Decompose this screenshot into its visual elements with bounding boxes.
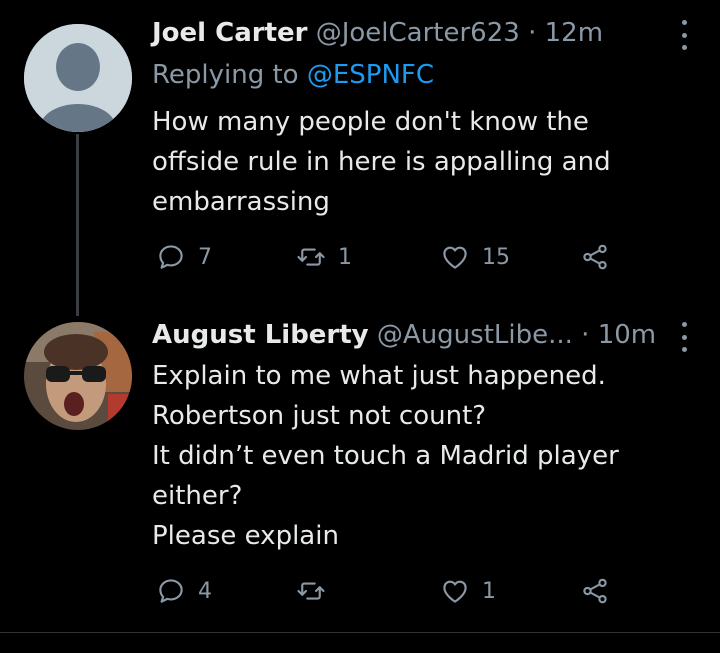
like-icon bbox=[443, 580, 467, 603]
reply-button[interactable]: 4 bbox=[156, 576, 212, 606]
tweet-header: August Liberty @AugustLibe... · 10m bbox=[152, 318, 684, 352]
like-icon bbox=[443, 246, 467, 269]
tweet-text-line: Explain to me what just happened. bbox=[152, 361, 606, 391]
like-button[interactable]: 15 bbox=[440, 242, 510, 272]
reply-icon bbox=[159, 245, 183, 269]
retweet-icon bbox=[297, 248, 325, 266]
author-handle[interactable]: @JoelCarter623 bbox=[316, 18, 520, 48]
replying-to-link[interactable]: @ESPNFC bbox=[307, 60, 434, 90]
like-button[interactable]: 1 bbox=[440, 576, 496, 606]
retweet-button[interactable] bbox=[296, 576, 338, 606]
share-button[interactable] bbox=[580, 576, 610, 606]
author-handle[interactable]: @AugustLibe... bbox=[377, 320, 573, 350]
like-count: 15 bbox=[482, 244, 510, 270]
tweet-text: How many people don't know the offside r… bbox=[152, 102, 680, 222]
author-name[interactable]: August Liberty bbox=[152, 320, 369, 350]
retweet-button[interactable]: 1 bbox=[296, 242, 352, 272]
retweet-icon bbox=[297, 582, 325, 600]
more-icon[interactable] bbox=[676, 322, 692, 352]
tweet-header: Joel Carter @JoelCarter623 · 12m bbox=[152, 16, 684, 50]
separator-dot: · bbox=[581, 320, 598, 350]
default-avatar[interactable] bbox=[24, 24, 132, 132]
reply-count: 7 bbox=[198, 244, 212, 270]
replying-prefix: Replying to bbox=[152, 60, 299, 90]
tweet-text-line: Robertson just not count? bbox=[152, 401, 487, 431]
tweet-divider bbox=[0, 632, 720, 633]
tweet-text-line: How many people don't know the bbox=[152, 107, 589, 137]
like-count: 1 bbox=[482, 578, 496, 604]
reply-icon bbox=[159, 579, 183, 603]
thread-line bbox=[76, 134, 79, 316]
share-icon bbox=[583, 578, 607, 604]
default-avatar-icon bbox=[24, 24, 132, 132]
tweet-time[interactable]: 12m bbox=[545, 18, 603, 48]
tweet-text-line: Please explain bbox=[152, 521, 339, 551]
tweet-text-line: embarrassing bbox=[152, 187, 330, 217]
tweet-text-line: offside rule in here is appalling and bbox=[152, 147, 611, 177]
reply-count: 4 bbox=[198, 578, 212, 604]
user-avatar[interactable] bbox=[24, 322, 132, 430]
share-button[interactable] bbox=[580, 242, 610, 272]
share-icon bbox=[583, 244, 607, 270]
retweet-count: 1 bbox=[338, 244, 352, 270]
tweet-text-line: either? bbox=[152, 481, 243, 511]
user-avatar-photo bbox=[24, 322, 132, 430]
more-icon[interactable] bbox=[676, 20, 692, 50]
replying-to: Replying to @ESPNFC bbox=[152, 58, 434, 92]
tweet-actions: 7 1 15 bbox=[156, 242, 620, 276]
separator-dot: · bbox=[528, 18, 545, 48]
tweet-text: Explain to me what just happened. Robert… bbox=[152, 356, 680, 556]
reply-button[interactable]: 7 bbox=[156, 242, 212, 272]
tweet-time[interactable]: 10m bbox=[598, 320, 656, 350]
tweet-actions: 4 1 bbox=[156, 576, 620, 610]
tweet-text-line: It didn’t even touch a Madrid player bbox=[152, 441, 619, 471]
author-name[interactable]: Joel Carter bbox=[152, 18, 307, 48]
